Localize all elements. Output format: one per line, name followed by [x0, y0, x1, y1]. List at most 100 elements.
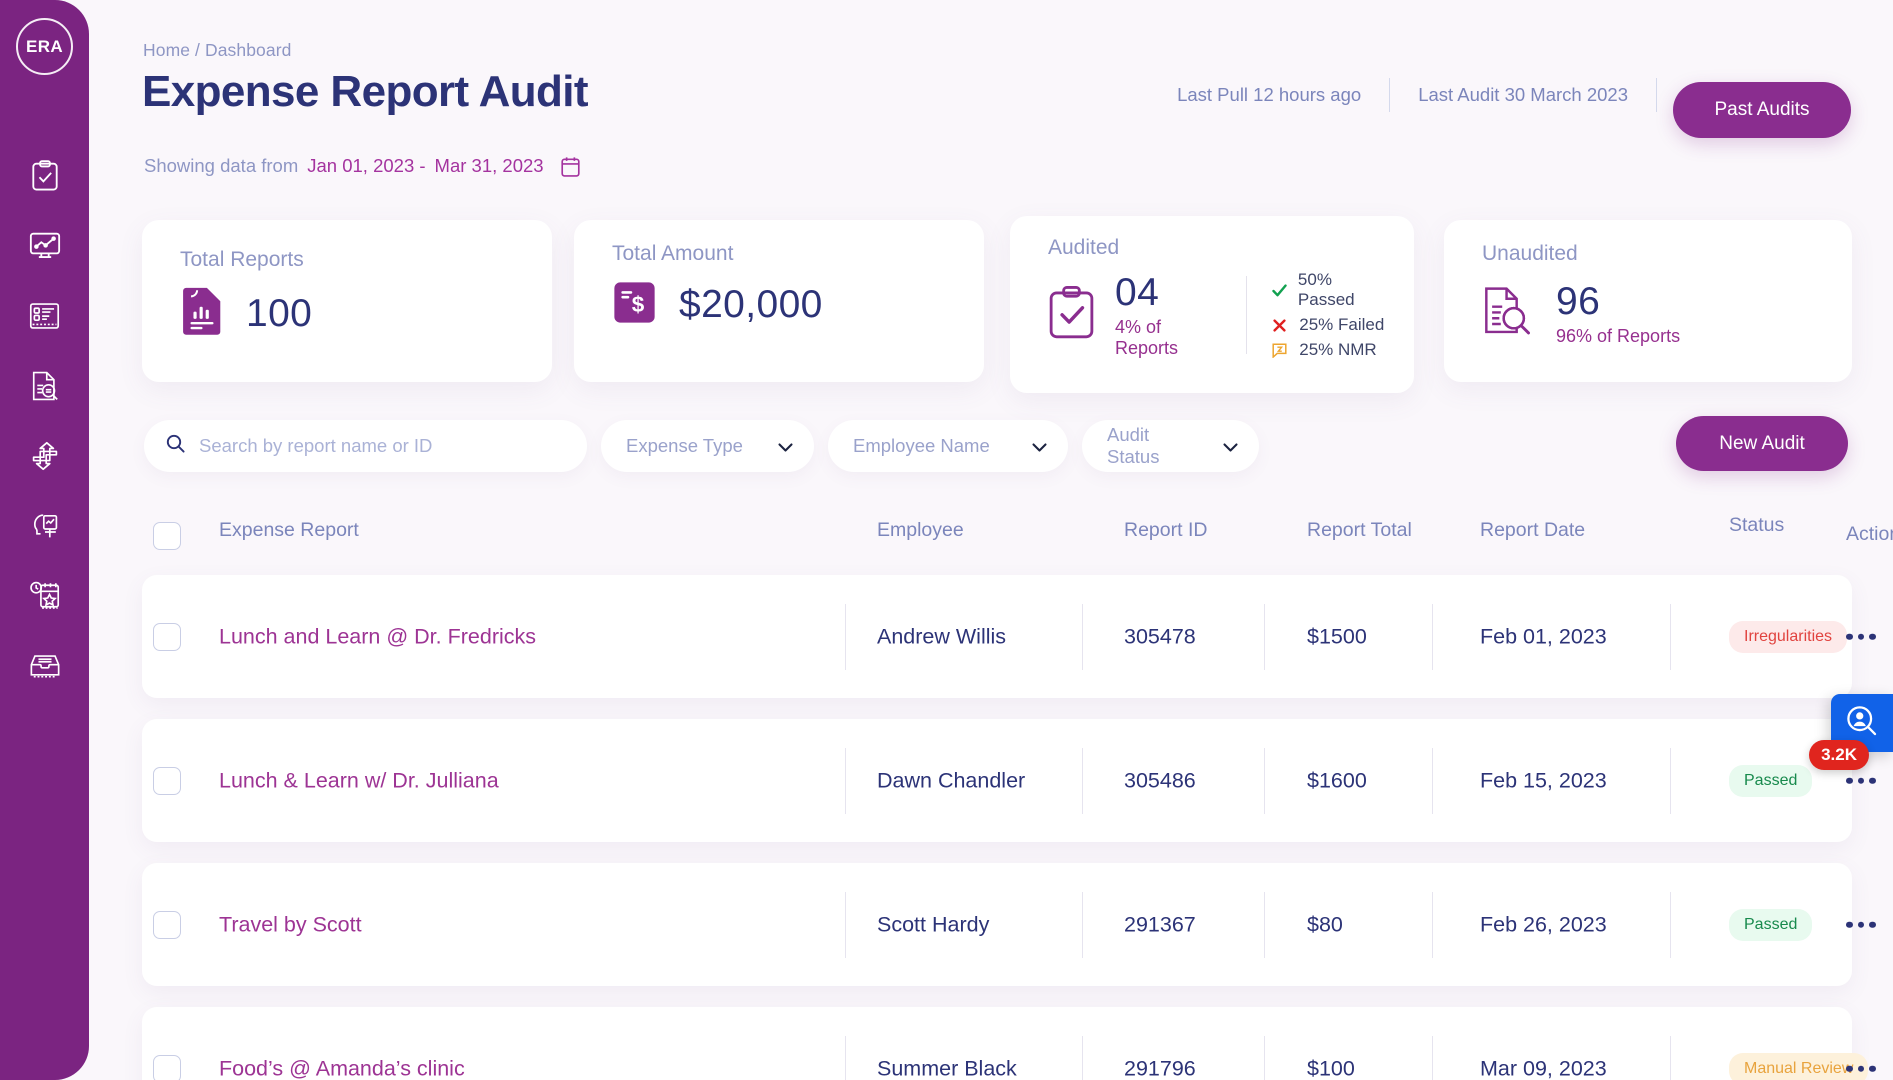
filter-audit-status[interactable]: Audit Status [1082, 420, 1259, 472]
cell-divider [845, 1035, 846, 1080]
cell-divider [845, 603, 846, 670]
cell-report-total: $1600 [1307, 768, 1367, 792]
cell-expense-report[interactable]: Food’s @ Amanda’s clinic [219, 1056, 465, 1080]
sidebar: ERA [0, 0, 89, 1080]
filter-label: Expense Type [626, 435, 743, 456]
document-search-icon [30, 370, 60, 402]
card-total-reports: Total Reports 100 [142, 220, 552, 382]
cell-report-id: 291367 [1124, 912, 1196, 936]
card-value: 100 [246, 291, 313, 335]
widget-count-badge: 3.2K [1809, 740, 1869, 770]
table-row[interactable]: Travel by Scott Scott Hardy 291367 $80 F… [142, 863, 1876, 986]
past-audits-button[interactable]: Past Audits [1673, 82, 1851, 138]
card-label: Audited [1048, 236, 1120, 259]
row-checkbox[interactable] [153, 911, 181, 939]
sidebar-item-schedule[interactable] [17, 561, 73, 631]
cell-expense-report[interactable]: Travel by Scott [219, 912, 362, 937]
sidebar-item-transfers[interactable] [17, 421, 73, 491]
cell-report-date: Feb 01, 2023 [1480, 624, 1607, 648]
table-row[interactable]: Food’s @ Amanda’s clinic Summer Black 29… [142, 1007, 1876, 1080]
cell-employee: Summer Black [877, 1056, 1017, 1080]
archive-tray-icon [29, 653, 61, 680]
row-checkbox[interactable] [153, 623, 181, 651]
cell-divider [1670, 891, 1671, 958]
clipboard-check-icon [1048, 285, 1095, 345]
review-flag-icon [1271, 342, 1288, 358]
filter-employee-name[interactable]: Employee Name [828, 420, 1068, 472]
sidebar-nav [17, 141, 73, 701]
chevron-down-icon [1032, 435, 1047, 457]
cell-divider [1670, 1035, 1671, 1080]
filter-bar: Expense Type Employee Name Audit Status [144, 420, 1259, 472]
filter-expense-type[interactable]: Expense Type [601, 420, 814, 472]
cell-report-total: $80 [1307, 912, 1343, 936]
document-search-icon [1482, 285, 1534, 342]
cell-divider [1432, 1035, 1433, 1080]
header-meta: Last Pull 12 hours ago Last Audit 30 Mar… [1177, 78, 1685, 112]
status-badge: Passed [1729, 908, 1813, 941]
card-value: $20,000 [679, 283, 823, 326]
select-all-checkbox[interactable] [153, 522, 181, 550]
column-report-id: Report ID [1124, 519, 1208, 541]
card-audited: Audited 04 4% of Reports 50% Passed 25% … [1010, 216, 1414, 393]
table-row[interactable]: Lunch and Learn @ Dr. Fredricks Andrew W… [142, 575, 1876, 698]
last-pull-text: Last Pull 12 hours ago [1177, 84, 1362, 105]
audit-breakdown: 50% Passed 25% Failed 25% NMR [1271, 270, 1386, 360]
cell-divider [845, 747, 846, 814]
cell-report-date: Feb 15, 2023 [1480, 768, 1607, 792]
monitor-analytics-icon [29, 231, 61, 261]
column-report-total: Report Total [1307, 519, 1412, 541]
column-expense-report: Expense Report [219, 519, 359, 541]
check-icon [1271, 283, 1287, 297]
sidebar-item-forms[interactable] [17, 281, 73, 351]
date-from: Jan 01, 2023 - [307, 155, 426, 176]
status-badge: Passed [1729, 764, 1813, 797]
chevron-down-icon [778, 435, 793, 457]
row-actions-button[interactable] [1846, 1065, 1876, 1072]
sidebar-item-analytics[interactable] [17, 211, 73, 281]
person-search-icon [1845, 704, 1879, 743]
row-checkbox[interactable] [153, 767, 181, 795]
cell-divider [1264, 603, 1265, 670]
card-divider [1246, 276, 1248, 354]
table-row[interactable]: Lunch & Learn w/ Dr. Julliana Dawn Chand… [142, 719, 1876, 842]
cell-report-date: Feb 26, 2023 [1480, 912, 1607, 936]
calendar-star-icon [29, 581, 60, 611]
chevron-down-icon [1223, 435, 1238, 457]
sidebar-item-insights[interactable] [17, 491, 73, 561]
row-actions-button[interactable] [1846, 921, 1876, 928]
table-header: Expense Report Employee Report ID Report… [142, 505, 1893, 567]
sidebar-item-document-search[interactable] [17, 351, 73, 421]
search-box[interactable] [144, 420, 587, 472]
cell-report-total: $100 [1307, 1056, 1355, 1080]
cell-divider [1264, 1035, 1265, 1080]
row-checkbox[interactable] [153, 1055, 181, 1080]
cell-expense-report[interactable]: Lunch & Learn w/ Dr. Julliana [219, 768, 499, 793]
cell-divider [1432, 747, 1433, 814]
audit-stat-nmr: 25% NMR [1271, 340, 1386, 360]
new-audit-button[interactable]: New Audit [1676, 416, 1848, 471]
search-input[interactable] [199, 435, 565, 457]
last-audit-text: Last Audit 30 March 2023 [1418, 84, 1628, 105]
cell-divider [1264, 891, 1265, 958]
card-label: Total Reports [180, 248, 304, 271]
status-badge: Irregularities [1729, 620, 1848, 653]
app-logo[interactable]: ERA [16, 18, 73, 75]
dollar-card-icon: $ [612, 280, 657, 330]
breadcrumb[interactable]: Home / Dashboard [143, 40, 291, 61]
card-label: Unaudited [1482, 242, 1578, 265]
page-title: Expense Report Audit [142, 67, 589, 116]
calendar-icon[interactable] [560, 156, 580, 177]
row-actions-button[interactable] [1846, 633, 1876, 640]
svg-text:$: $ [632, 292, 645, 317]
checklist-form-icon [29, 302, 60, 330]
cell-divider [1432, 891, 1433, 958]
sidebar-item-archive[interactable] [17, 631, 73, 701]
sidebar-item-audits[interactable] [17, 141, 73, 211]
audit-stat-passed: 50% Passed [1271, 270, 1386, 310]
audit-stat-failed: 25% Failed [1271, 315, 1386, 335]
cell-divider [1670, 603, 1671, 670]
row-actions-button[interactable] [1846, 777, 1876, 784]
audit-stat-label: 25% NMR [1299, 340, 1377, 359]
cell-expense-report[interactable]: Lunch and Learn @ Dr. Fredricks [219, 624, 536, 649]
